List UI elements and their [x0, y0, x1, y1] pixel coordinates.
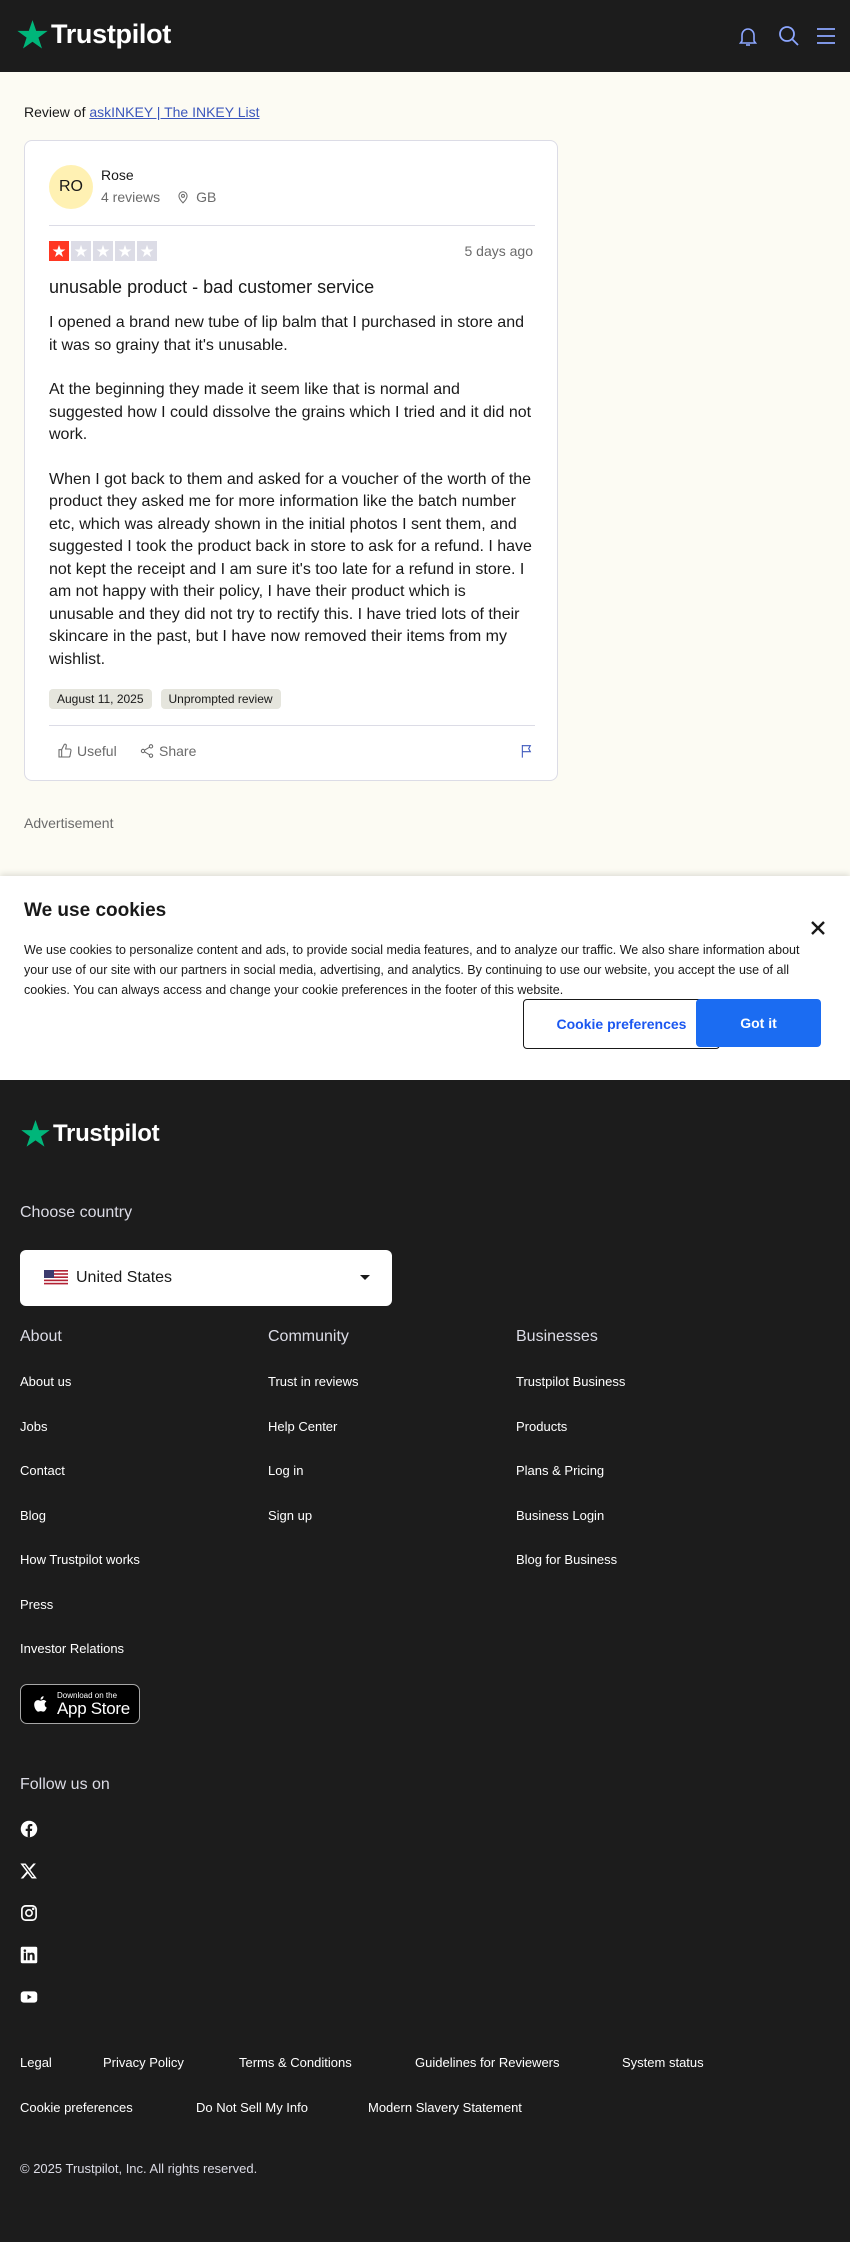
reviewer-name[interactable]: Rose — [101, 167, 134, 183]
cookie-preferences-link[interactable]: Cookie preferences — [20, 2100, 133, 2115]
brand-wordmark: Trustpilot — [53, 1119, 160, 1147]
footer-link[interactable]: Log in — [268, 1463, 303, 1478]
footer-link[interactable]: Trustpilot Business — [516, 1374, 625, 1389]
cookie-text: We use cookies to personalize content an… — [24, 943, 800, 997]
star-logo-icon — [21, 1119, 50, 1147]
close-icon[interactable] — [806, 916, 830, 940]
footer: Trustpilot Choose country United States … — [0, 1080, 850, 2242]
cookie-banner: We use cookies We use cookies to persona… — [0, 876, 850, 1080]
follow-us-label: Follow us on — [20, 1776, 110, 1793]
footer-link[interactable]: Investor Relations — [20, 1641, 124, 1656]
date-of-experience-badge: August 11, 2025 — [49, 689, 152, 709]
legal-link[interactable]: Legal — [20, 2055, 52, 2070]
share-label: Share — [159, 743, 197, 759]
footer-link[interactable]: Blog — [20, 1508, 46, 1523]
caret-down-icon — [360, 1275, 370, 1280]
star-empty-icon — [71, 241, 91, 261]
footer-link[interactable]: Blog for Business — [516, 1552, 617, 1567]
advertisement-label: Advertisement — [24, 815, 114, 831]
menu-icon[interactable] — [814, 24, 838, 48]
apple-icon — [34, 1696, 47, 1712]
about-heading: About — [20, 1328, 62, 1345]
system-status-link[interactable]: System status — [622, 2055, 704, 2070]
review-paragraph: At the beginning they made it seem like … — [49, 381, 532, 443]
review-of-line: Review of askINKEY | The INKEY List — [24, 104, 260, 120]
star-filled-icon — [49, 241, 69, 261]
review-type-badge[interactable]: Unprompted review — [160, 689, 281, 709]
linkedin-icon[interactable] — [20, 1946, 38, 1964]
review-paragraph: I opened a brand new tube of lip balm th… — [49, 314, 524, 354]
us-flag-icon — [44, 1270, 68, 1286]
bell-icon[interactable] — [736, 24, 760, 48]
community-heading: Community — [268, 1328, 349, 1345]
footer-link[interactable]: Contact — [20, 1463, 65, 1478]
thumbs-up-icon — [58, 743, 72, 758]
choose-country-label: Choose country — [20, 1204, 133, 1221]
reviewer-country: GB — [196, 189, 217, 205]
footer-trustpilot-logo[interactable]: Trustpilot — [20, 1118, 160, 1149]
country-select[interactable]: United States — [20, 1250, 392, 1306]
footer-link[interactable]: Jobs — [20, 1419, 47, 1434]
review-paragraph: When I got back to them and asked for a … — [49, 470, 532, 668]
review-count: 4 reviews — [101, 189, 161, 205]
copyright: © 2025 Trustpilot, Inc. All rights reser… — [20, 2161, 258, 2176]
main-content: Review of askINKEY | The INKEY List RO R… — [0, 72, 850, 876]
star-empty-icon — [93, 241, 113, 261]
review-of-prefix: Review of — [24, 104, 86, 120]
review-tags: August 11, 2025 Unprompted review — [49, 689, 281, 709]
avatar[interactable]: RO — [49, 165, 93, 209]
facebook-icon[interactable] — [20, 1820, 38, 1838]
reviewer-meta: 4 reviews GB — [101, 189, 216, 205]
instagram-icon[interactable] — [20, 1904, 38, 1922]
app-store-big: App Store — [57, 1698, 130, 1718]
company-link[interactable]: askINKEY | The INKEY List — [89, 104, 259, 120]
star-rating — [49, 241, 157, 261]
top-bar: Trustpilot — [0, 0, 850, 72]
divider — [49, 725, 535, 726]
modern-slavery-link[interactable]: Modern Slavery Statement — [368, 2100, 522, 2115]
footer-link[interactable]: Help Center — [268, 1419, 337, 1434]
star-empty-icon — [137, 241, 157, 261]
star-empty-icon — [115, 241, 135, 261]
app-store-text: Download on the App Store — [57, 1691, 130, 1718]
footer-link[interactable]: Products — [516, 1419, 567, 1434]
terms-link[interactable]: Terms & Conditions — [239, 2055, 352, 2070]
review-title[interactable]: unusable product - bad customer service — [49, 277, 535, 298]
selected-country: United States — [76, 1269, 173, 1286]
review-card: RO Rose 4 reviews GB 5 days ago unusable… — [24, 140, 558, 781]
footer-link[interactable]: How Trustpilot works — [20, 1552, 140, 1567]
review-age: 5 days ago — [464, 243, 534, 259]
footer-link[interactable]: Trust in reviews — [268, 1374, 359, 1389]
star-logo-icon — [17, 20, 48, 49]
location-pin-icon — [178, 191, 188, 204]
footer-link[interactable]: About us — [20, 1374, 71, 1389]
got-it-button[interactable]: Got it — [696, 999, 821, 1047]
review-body: I opened a brand new tube of lip balm th… — [49, 312, 535, 693]
footer-link[interactable]: Press — [20, 1597, 53, 1612]
cookie-preferences-button[interactable]: Cookie preferences — [523, 999, 720, 1049]
guidelines-link[interactable]: Guidelines for Reviewers — [415, 2055, 560, 2070]
useful-label: Useful — [77, 743, 117, 759]
trustpilot-logo[interactable]: Trustpilot — [16, 18, 171, 51]
useful-button[interactable]: Useful — [57, 743, 117, 759]
footer-link[interactable]: Business Login — [516, 1508, 604, 1523]
footer-link[interactable]: Plans & Pricing — [516, 1463, 604, 1478]
share-icon — [140, 744, 154, 758]
brand-wordmark: Trustpilot — [51, 19, 171, 49]
privacy-policy-link[interactable]: Privacy Policy — [103, 2055, 184, 2070]
share-button[interactable]: Share — [139, 743, 196, 759]
review-actions: Useful Share — [49, 743, 535, 763]
youtube-icon[interactable] — [20, 1988, 38, 2006]
divider — [49, 225, 535, 226]
businesses-heading: Businesses — [516, 1328, 598, 1345]
cookie-title: We use cookies — [24, 900, 167, 921]
app-store-badge[interactable]: Download on the App Store — [20, 1684, 140, 1724]
footer-link[interactable]: Sign up — [268, 1508, 312, 1523]
flag-icon[interactable] — [519, 743, 535, 759]
search-icon[interactable] — [777, 24, 801, 48]
x-icon[interactable] — [20, 1862, 38, 1880]
do-not-sell-link[interactable]: Do Not Sell My Info — [196, 2100, 308, 2115]
